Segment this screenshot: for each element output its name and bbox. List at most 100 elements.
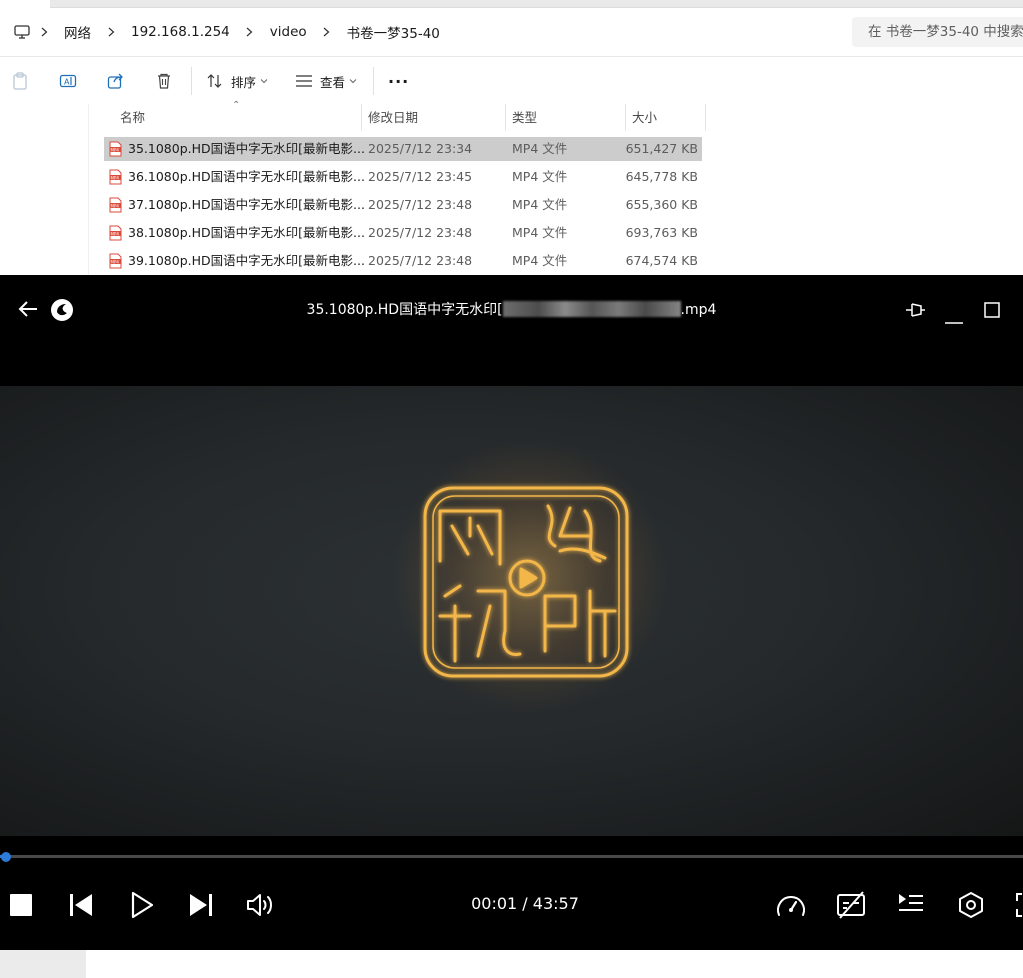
column-divider[interactable] [361, 104, 362, 131]
mp4-file-icon: MP4 [109, 169, 122, 185]
file-row[interactable]: MP4 38.1080p.HD国语中字无水印[最新电影... 2025/7/12… [104, 221, 702, 245]
file-name: 39.1080p.HD国语中字无水印[最新电影... [128, 253, 365, 268]
chevron-down-icon [349, 78, 357, 84]
address-bar: 网络 192.168.1.254 video 书卷一梦35-40 在 书卷一梦3… [0, 8, 1023, 56]
more-options-button[interactable]: ··· [388, 69, 409, 93]
file-type: MP4 文件 [512, 253, 568, 268]
file-date: 2025/7/12 23:48 [368, 197, 473, 212]
paste-icon[interactable] [11, 69, 29, 93]
video-player-window: 35.1080p.HD国语中字无水印[ .mp4 00:01 / 43:57 [0, 275, 1023, 950]
file-list: ⌃ 名称 修改日期 类型 大小 MP4 35.1080p.HD国语中字无水印[最… [0, 100, 1023, 275]
mp4-file-icon: MP4 [109, 141, 122, 157]
column-divider[interactable] [625, 104, 626, 131]
view-list-icon [295, 74, 313, 88]
breadcrumb-network[interactable]: 网络 [56, 22, 99, 42]
file-row[interactable]: MP4 36.1080p.HD国语中字无水印[最新电影... 2025/7/12… [104, 165, 702, 189]
file-size: 645,778 KB [625, 169, 698, 184]
column-divider[interactable] [705, 104, 706, 131]
video-title-suffix: .mp4 [680, 302, 717, 318]
sort-ascending-icon: ⌃ [232, 100, 241, 111]
settings-icon[interactable] [957, 891, 985, 923]
chevron-right-icon[interactable] [40, 27, 48, 37]
mp4-file-icon-label: MP4 [111, 203, 120, 208]
mp4-file-icon: MP4 [109, 253, 122, 269]
delete-icon[interactable] [155, 69, 173, 93]
column-header-size[interactable]: 大小 [632, 104, 657, 131]
playback-controls: 00:01 / 43:57 [0, 875, 1023, 935]
file-date: 2025/7/12 23:45 [368, 169, 473, 184]
svg-text:A: A [64, 78, 70, 87]
previous-icon[interactable] [69, 893, 93, 921]
playback-speed-icon[interactable] [775, 891, 807, 923]
file-size: 693,763 KB [625, 225, 698, 240]
computer-icon[interactable] [12, 25, 32, 39]
file-type: MP4 文件 [512, 141, 568, 156]
subtitles-off-icon[interactable] [836, 891, 866, 923]
file-date: 2025/7/12 23:34 [368, 141, 473, 156]
play-icon[interactable] [131, 891, 154, 922]
file-date: 2025/7/12 23:48 [368, 253, 473, 268]
toolbar-divider [373, 67, 374, 95]
breadcrumb-video[interactable]: video [262, 24, 315, 40]
tab-strip [50, 0, 1023, 8]
volume-icon[interactable] [246, 892, 276, 922]
share-icon[interactable] [107, 69, 125, 93]
breadcrumb-host[interactable]: 192.168.1.254 [123, 24, 238, 40]
taskbar-item [0, 950, 86, 978]
mp4-file-icon-label: MP4 [111, 231, 120, 236]
file-name: 36.1080p.HD国语中字无水印[最新电影... [128, 169, 365, 184]
maximize-icon[interactable] [984, 302, 1000, 322]
view-label: 查看 [320, 74, 346, 90]
command-bar: A 排序 查看 ··· [0, 56, 1023, 105]
file-name: 38.1080p.HD国语中字无水印[最新电影... [128, 225, 365, 240]
file-type: MP4 文件 [512, 197, 568, 212]
sort-button[interactable]: 排序 [206, 69, 268, 93]
mp4-file-icon: MP4 [109, 225, 122, 241]
sort-label: 排序 [231, 74, 257, 90]
minimize-icon[interactable] [945, 309, 963, 328]
column-divider[interactable] [505, 104, 506, 131]
search-input[interactable]: 在 书卷一梦35-40 中搜索 [852, 17, 1023, 47]
rename-icon[interactable]: A [59, 69, 77, 93]
file-row[interactable]: MP4 35.1080p.HD国语中字无水印[最新电影... 2025/7/12… [104, 137, 702, 161]
playlist-icon[interactable] [897, 892, 925, 920]
video-title: 35.1080p.HD国语中字无水印[ .mp4 [0, 299, 1023, 319]
next-icon[interactable] [189, 893, 213, 921]
pin-icon[interactable] [904, 300, 926, 324]
view-button[interactable]: 查看 [295, 69, 357, 93]
column-header-date[interactable]: 修改日期 [368, 104, 418, 131]
seek-track[interactable] [0, 855, 1023, 858]
chevron-right-icon[interactable] [246, 27, 254, 37]
file-name: 37.1080p.HD国语中字无水印[最新电影... [128, 197, 365, 212]
stop-icon[interactable] [10, 894, 32, 920]
video-title-prefix: 35.1080p.HD国语中字无水印[ [306, 302, 503, 318]
mp4-file-icon: MP4 [109, 197, 122, 213]
file-size: 655,360 KB [625, 197, 698, 212]
column-header-name[interactable]: 名称 [120, 104, 145, 131]
file-type: MP4 文件 [512, 169, 568, 184]
chevron-right-icon[interactable] [107, 27, 115, 37]
seek-bar[interactable] [0, 852, 1023, 862]
file-row[interactable]: MP4 39.1080p.HD国语中字无水印[最新电影... 2025/7/12… [104, 249, 702, 273]
file-size: 674,574 KB [625, 253, 698, 268]
column-header-type[interactable]: 类型 [512, 104, 537, 131]
file-row[interactable]: MP4 37.1080p.HD国语中字无水印[最新电影... 2025/7/12… [104, 193, 702, 217]
playback-time: 00:01 / 43:57 [471, 894, 579, 913]
taskbar-strip [0, 950, 1023, 978]
mp4-file-icon-label: MP4 [111, 147, 120, 152]
breadcrumb: 网络 192.168.1.254 video 书卷一梦35-40 [12, 20, 448, 44]
fullscreen-icon[interactable] [1015, 893, 1023, 921]
watermark-seal-icon [423, 486, 629, 678]
redacted-title-segment [502, 301, 681, 317]
video-frame[interactable] [0, 386, 1023, 836]
sort-icon [206, 73, 224, 89]
toolbar-divider [191, 67, 192, 95]
file-name: 35.1080p.HD国语中字无水印[最新电影... [128, 141, 365, 156]
window-top-strip [0, 0, 1023, 8]
chevron-right-icon[interactable] [323, 27, 331, 37]
chevron-down-icon [260, 78, 268, 84]
file-type: MP4 文件 [512, 225, 568, 240]
breadcrumb-folder[interactable]: 书卷一梦35-40 [339, 22, 448, 42]
seek-handle[interactable] [1, 852, 12, 862]
file-date: 2025/7/12 23:48 [368, 225, 473, 240]
